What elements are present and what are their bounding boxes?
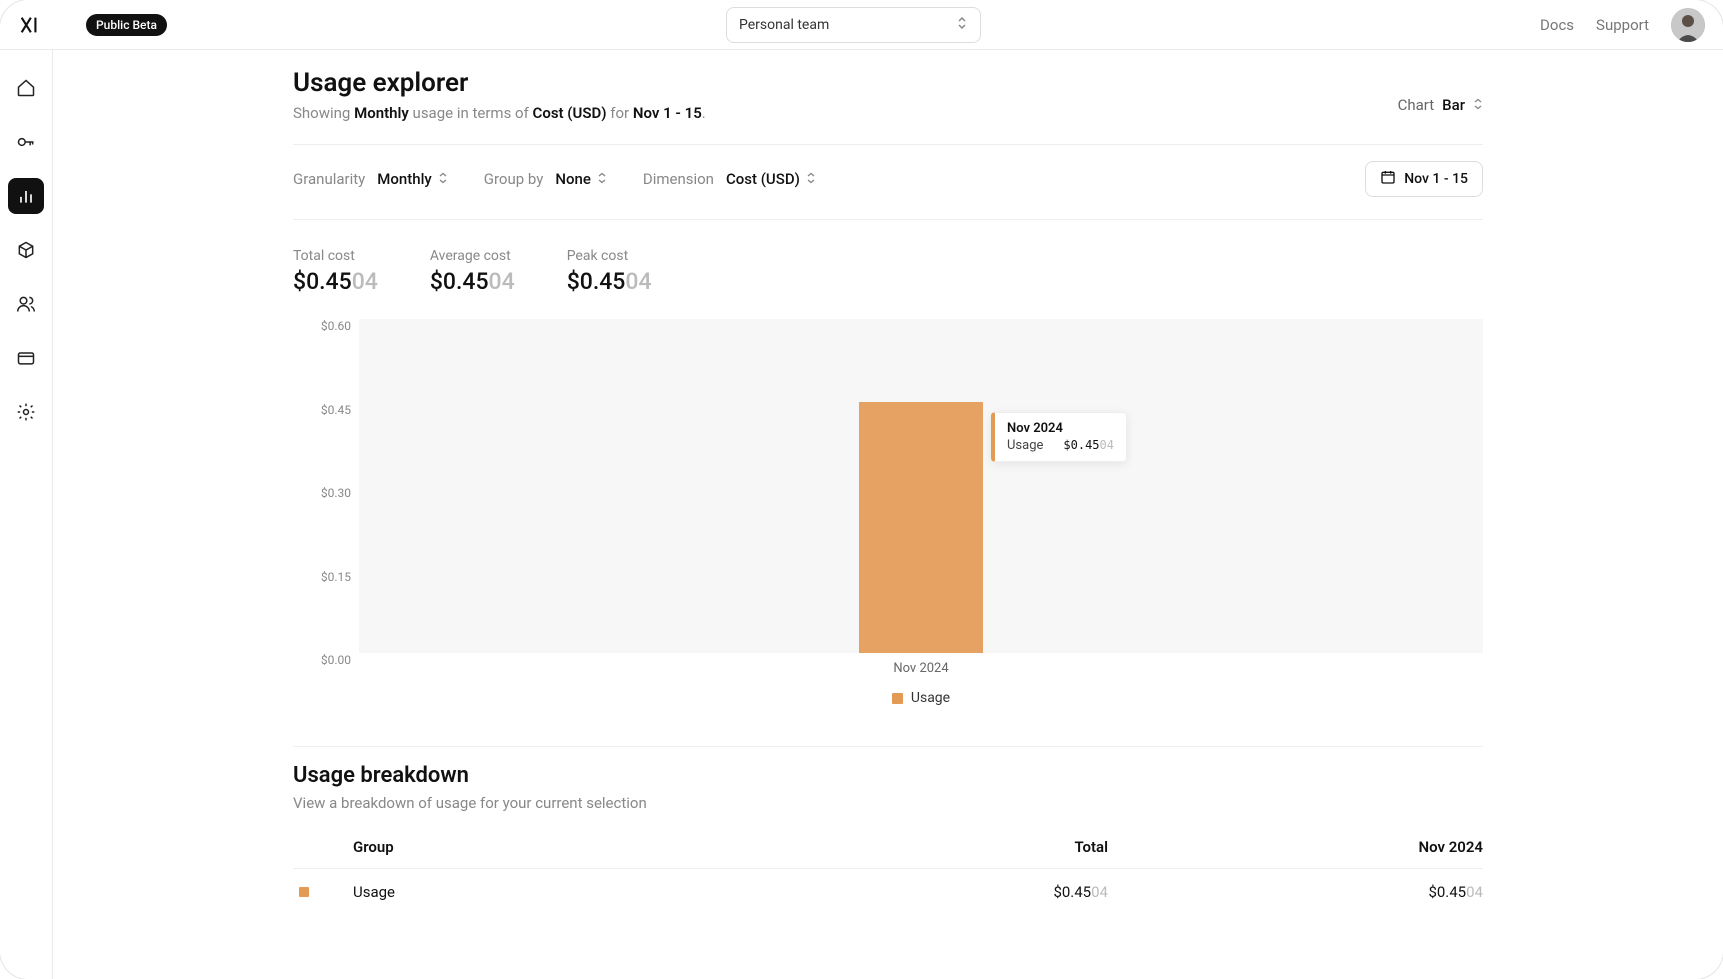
usage-chart: $0.00 $0.15 $0.30 $0.45 $0.60 Nov 2024Usage$0… (293, 319, 1483, 706)
stat-peak-cost: Peak cost $0.4504 (567, 248, 652, 295)
chevron-up-down-icon (956, 16, 968, 34)
col-period: Nov 2024 (1108, 838, 1483, 856)
groupby-selector[interactable]: Group by None (484, 170, 607, 188)
date-range-label: Nov 1 - 15 (1404, 171, 1468, 187)
team-selector-label: Personal team (739, 17, 829, 33)
nav-settings[interactable] (8, 394, 44, 430)
support-link[interactable]: Support (1596, 16, 1649, 34)
date-range-button[interactable]: Nov 1 - 15 (1365, 161, 1483, 197)
breakdown-table: Group Total Nov 2024 Usage$0.4504$0.4504 (293, 838, 1483, 915)
docs-link[interactable]: Docs (1540, 16, 1574, 34)
chart-legend: Usage (359, 690, 1483, 706)
sidebar (0, 50, 53, 979)
nav-api-keys[interactable] (8, 124, 44, 160)
brand-logo[interactable] (18, 14, 40, 36)
team-selector[interactable]: Personal team (726, 7, 981, 43)
calendar-icon (1380, 169, 1396, 189)
chart-y-tick: $0.00 (301, 653, 351, 667)
nav-models[interactable] (8, 232, 44, 268)
cell-total: $0.4504 (733, 883, 1108, 901)
chart-x-label: Nov 2024 (359, 661, 1483, 676)
chart-y-tick: $0.60 (301, 319, 351, 333)
chevron-up-down-icon (806, 172, 816, 187)
chevron-up-down-icon (597, 172, 607, 187)
dimension-selector[interactable]: Dimension Cost (USD) (643, 170, 816, 188)
chevron-up-down-icon (1473, 98, 1483, 113)
nav-billing[interactable] (8, 340, 44, 376)
chart-y-tick: $0.45 (301, 403, 351, 417)
cell-period: $0.4504 (1108, 883, 1483, 901)
stat-total-cost: Total cost $0.4504 (293, 248, 378, 295)
chart-bar[interactable] (859, 402, 983, 653)
nav-usage[interactable] (8, 178, 44, 214)
chevron-up-down-icon (438, 172, 448, 187)
chart-type-selector[interactable]: Chart Bar (1398, 96, 1483, 114)
nav-team[interactable] (8, 286, 44, 322)
page-title: Usage explorer (293, 68, 706, 98)
chart-y-tick: $0.30 (301, 486, 351, 500)
col-group: Group (353, 838, 733, 856)
cell-group: Usage (353, 883, 733, 901)
stat-average-cost: Average cost $0.4504 (430, 248, 515, 295)
nav-home[interactable] (8, 70, 44, 106)
public-beta-badge: Public Beta (86, 14, 167, 36)
chart-tooltip: Nov 2024Usage$0.4504 (991, 412, 1127, 462)
granularity-selector[interactable]: Granularity Monthly (293, 170, 448, 188)
legend-label: Usage (911, 690, 950, 706)
breakdown-title: Usage breakdown (293, 763, 1483, 788)
chart-y-tick: $0.15 (301, 570, 351, 584)
avatar[interactable] (1671, 8, 1705, 42)
breakdown-subtitle: View a breakdown of usage for your curre… (293, 794, 1483, 812)
table-row: Usage$0.4504$0.4504 (293, 868, 1483, 915)
col-total: Total (733, 838, 1108, 856)
row-swatch (299, 887, 309, 897)
legend-swatch (892, 693, 903, 704)
page-subtitle: Showing Monthly usage in terms of Cost (… (293, 104, 706, 122)
